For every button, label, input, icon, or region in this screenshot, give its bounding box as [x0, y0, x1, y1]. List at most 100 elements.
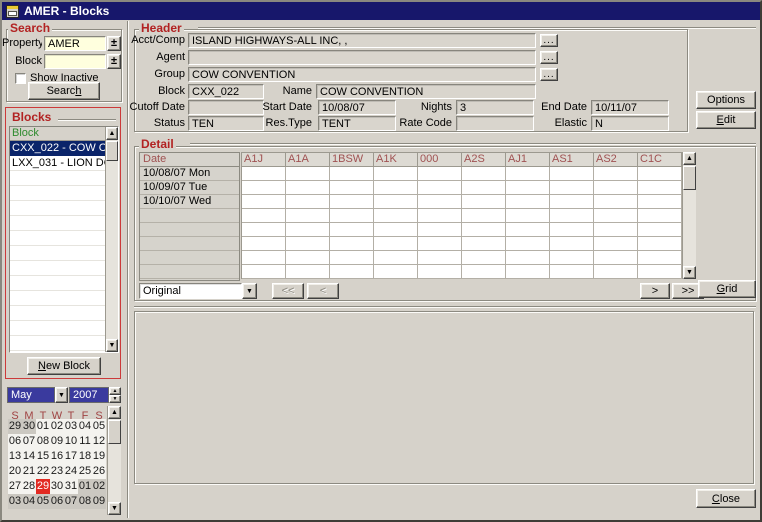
list-item-empty[interactable] [10, 276, 105, 291]
acct-comp-field[interactable]: ISLAND HIGHWAYS-ALL INC, , [188, 33, 536, 48]
grid-cell[interactable] [374, 237, 418, 251]
calendar-scrollbar[interactable]: ▲ ▼ [107, 406, 121, 515]
grid-cell[interactable] [286, 195, 330, 209]
calendar-day[interactable]: 26 [92, 464, 106, 479]
scroll-up-icon[interactable]: ▲ [683, 152, 696, 165]
calendar-day[interactable]: 25 [78, 464, 92, 479]
grid-cell[interactable] [638, 237, 682, 251]
grid-cell[interactable] [418, 251, 462, 265]
calendar-day[interactable]: 17 [64, 449, 78, 464]
grid-date-cell[interactable] [140, 237, 239, 251]
end-date-field[interactable]: 10/11/07 [591, 100, 669, 115]
grid-cell[interactable] [462, 265, 506, 279]
grid-cell[interactable] [286, 251, 330, 265]
grid-date-cell[interactable] [140, 209, 239, 223]
grid-cell[interactable] [286, 167, 330, 181]
grid-cell[interactable] [374, 251, 418, 265]
calendar-day[interactable]: 14 [22, 449, 36, 464]
grid-cell[interactable] [418, 209, 462, 223]
grid-cell[interactable] [330, 237, 374, 251]
calendar-day[interactable]: 18 [78, 449, 92, 464]
grid-cell[interactable] [242, 265, 286, 279]
grid-cell[interactable] [418, 167, 462, 181]
list-item-empty[interactable] [10, 291, 105, 306]
calendar-day[interactable]: 31 [64, 479, 78, 494]
grid-cell[interactable] [462, 251, 506, 265]
grid-cell[interactable] [550, 209, 594, 223]
grid-cell[interactable] [550, 195, 594, 209]
calendar-day[interactable]: 28 [22, 479, 36, 494]
calendar-day[interactable]: 02 [50, 419, 64, 434]
edit-button[interactable]: Edit [696, 111, 756, 129]
grid-cell[interactable] [242, 237, 286, 251]
grid-cell[interactable] [638, 167, 682, 181]
grid-cell[interactable] [638, 223, 682, 237]
grid-cell[interactable] [242, 167, 286, 181]
spinner-up-icon[interactable]: ▲ [109, 387, 121, 395]
scroll-up-icon[interactable]: ▲ [108, 406, 121, 419]
grid-cell[interactable] [594, 209, 638, 223]
calendar-day[interactable]: 08 [78, 494, 92, 509]
view-combo[interactable]: Original [139, 283, 242, 299]
grid-cell[interactable] [506, 237, 550, 251]
grid-date-cell[interactable] [140, 251, 239, 265]
list-item-empty[interactable] [10, 351, 105, 352]
scrollbar-thumb[interactable] [108, 420, 121, 444]
grid-cell[interactable] [418, 237, 462, 251]
show-inactive-checkbox[interactable] [15, 73, 26, 84]
grid-cell[interactable] [286, 265, 330, 279]
grid-cell[interactable] [594, 265, 638, 279]
grid-cell[interactable] [242, 195, 286, 209]
scrollbar-thumb[interactable] [106, 141, 118, 161]
grid-cell[interactable] [418, 265, 462, 279]
list-item-empty[interactable] [10, 336, 105, 351]
grid-cell[interactable] [242, 181, 286, 195]
grid-cell[interactable] [638, 209, 682, 223]
grid-cell[interactable] [506, 181, 550, 195]
grid-cell[interactable] [462, 181, 506, 195]
calendar-day[interactable]: 04 [22, 494, 36, 509]
grid-cell[interactable] [462, 237, 506, 251]
agent-field[interactable] [188, 50, 536, 65]
calendar-day[interactable]: 05 [92, 419, 106, 434]
calendar-day[interactable]: 09 [50, 434, 64, 449]
close-button[interactable]: Close [696, 489, 756, 508]
grid-cell[interactable] [506, 167, 550, 181]
calendar-day[interactable]: 08 [36, 434, 50, 449]
grid-cell[interactable] [374, 265, 418, 279]
calendar-day[interactable]: 20 [8, 464, 22, 479]
calendar-day[interactable]: 06 [50, 494, 64, 509]
spinner-down-icon[interactable]: ▼ [109, 395, 121, 403]
grid-cell[interactable] [594, 223, 638, 237]
grid-cell[interactable] [462, 167, 506, 181]
list-item-empty[interactable] [10, 201, 105, 216]
grid-cell[interactable] [374, 181, 418, 195]
grid-cell[interactable] [374, 223, 418, 237]
agent-ellipsis-button[interactable]: ... [540, 51, 558, 64]
list-item-empty[interactable] [10, 171, 105, 186]
calendar-day[interactable]: 02 [92, 479, 106, 494]
new-block-button[interactable]: New Block [27, 357, 101, 375]
calendar-day[interactable]: 07 [64, 494, 78, 509]
calendar-day[interactable]: 21 [22, 464, 36, 479]
calendar-day[interactable]: 12 [92, 434, 106, 449]
list-item[interactable]: CXX_022 - COW CONVEN [10, 141, 105, 156]
grid-date-cell[interactable]: 10/09/07 Tue [140, 181, 239, 195]
group-field[interactable]: COW CONVENTION [188, 67, 536, 82]
grid-cell[interactable] [638, 195, 682, 209]
calendar-day[interactable]: 30 [50, 479, 64, 494]
list-item-empty[interactable] [10, 246, 105, 261]
list-item-empty[interactable] [10, 186, 105, 201]
grid-cell[interactable] [594, 181, 638, 195]
grid-cell[interactable] [286, 237, 330, 251]
options-button[interactable]: Options [696, 91, 756, 109]
grid-cell[interactable] [594, 167, 638, 181]
calendar-day[interactable]: 15 [36, 449, 50, 464]
grid-cell[interactable] [462, 195, 506, 209]
grid-cell[interactable] [286, 223, 330, 237]
grid-date-cell[interactable]: 10/08/07 Mon [140, 167, 239, 181]
scroll-down-icon[interactable]: ▼ [108, 502, 121, 515]
grid-cell[interactable] [506, 223, 550, 237]
grid-cell[interactable] [506, 265, 550, 279]
grid-cell[interactable] [418, 223, 462, 237]
